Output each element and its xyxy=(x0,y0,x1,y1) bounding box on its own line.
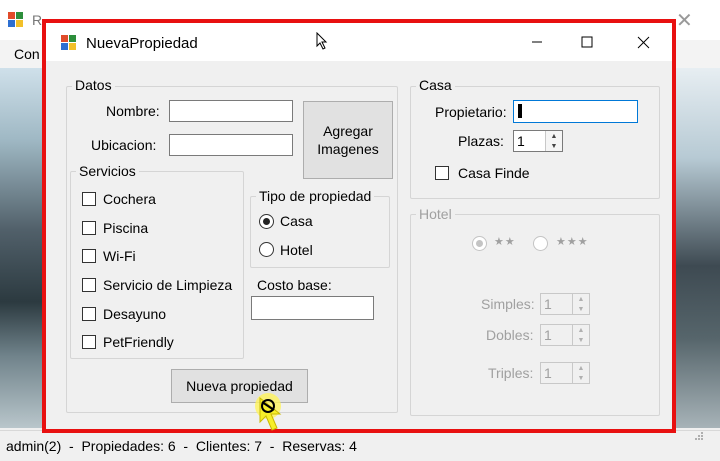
tipo-propiedad-group xyxy=(250,196,390,268)
petfriendly-checkbox[interactable] xyxy=(82,335,96,349)
desayuno-label[interactable]: Desayuno xyxy=(103,306,166,322)
nueva-propiedad-dialog: NuevaPropiedad Datos Nombre: Ubicacion: … xyxy=(42,19,703,440)
tipo-propiedad-label: Tipo de propiedad xyxy=(256,188,375,204)
stepper-buttons: ▲ ▼ xyxy=(572,325,589,345)
stepper-down-icon[interactable]: ▼ xyxy=(573,373,589,383)
plazas-stepper[interactable]: 1 ▲ ▼ xyxy=(513,130,563,152)
parent-title: R xyxy=(32,12,43,28)
datos-group-label: Datos xyxy=(72,77,115,93)
stepper-down-icon[interactable]: ▼ xyxy=(573,304,589,314)
simples-label: Simples: xyxy=(481,296,535,312)
costo-base-label: Costo base: xyxy=(257,277,332,293)
maximize-button[interactable] xyxy=(562,23,612,61)
stepper-down-icon[interactable]: ▼ xyxy=(573,335,589,345)
servicios-group xyxy=(70,171,244,359)
cochera-checkbox[interactable] xyxy=(82,192,96,206)
servicios-group-label: Servicios xyxy=(76,163,139,179)
stepper-down-icon[interactable]: ▼ xyxy=(546,141,562,151)
wifi-checkbox[interactable] xyxy=(82,249,96,263)
minimize-icon xyxy=(532,41,542,43)
nombre-input[interactable] xyxy=(169,100,293,122)
wifi-label[interactable]: Wi-Fi xyxy=(103,248,136,264)
ubicacion-label: Ubicacion: xyxy=(91,137,157,153)
dobles-stepper[interactable]: 1 ▲ ▼ xyxy=(540,324,590,346)
piscina-label[interactable]: Piscina xyxy=(103,220,148,236)
piscina-checkbox[interactable] xyxy=(82,221,96,235)
hotel-group-label: Hotel xyxy=(416,206,455,222)
casa-finde-checkbox[interactable] xyxy=(435,166,449,180)
resize-grip-icon[interactable] xyxy=(694,429,704,440)
plazas-value: 1 xyxy=(517,133,525,149)
minimize-button[interactable] xyxy=(512,23,562,61)
maximize-icon xyxy=(581,36,593,48)
text-caret xyxy=(518,104,522,118)
dobles-label: Dobles: xyxy=(486,327,534,343)
dialog-app-icon xyxy=(61,35,77,51)
three-star-label[interactable]: ★★★ xyxy=(556,235,589,248)
triples-stepper[interactable]: 1 ▲ ▼ xyxy=(540,362,590,384)
mouse-cursor-icon xyxy=(316,31,328,53)
triples-value: 1 xyxy=(544,365,552,381)
parent-close-icon[interactable]: ✕ xyxy=(676,8,693,33)
background-image xyxy=(670,68,720,428)
costo-base-input[interactable] xyxy=(251,296,374,320)
hotel-radio[interactable] xyxy=(259,242,274,257)
propietario-label: Propietario: xyxy=(435,104,507,120)
background-image xyxy=(0,68,46,428)
casa-radio[interactable] xyxy=(259,214,274,229)
ubicacion-input[interactable] xyxy=(169,134,293,156)
agregar-imagenes-button[interactable]: Agregar Imagenes xyxy=(303,101,393,179)
stepper-buttons: ▲ ▼ xyxy=(572,363,589,383)
status-text: admin(2) - Propiedades: 6 - Clientes: 7 … xyxy=(6,438,357,454)
stepper-buttons: ▲ ▼ xyxy=(572,294,589,314)
casa-radio-label[interactable]: Casa xyxy=(280,213,313,229)
simples-stepper[interactable]: 1 ▲ ▼ xyxy=(540,293,590,315)
petfriendly-label[interactable]: PetFriendly xyxy=(103,334,174,350)
nombre-label: Nombre: xyxy=(106,103,160,119)
dialog-title: NuevaPropiedad xyxy=(86,35,198,52)
plazas-label: Plazas: xyxy=(458,133,504,149)
close-icon xyxy=(637,36,649,48)
propietario-input[interactable] xyxy=(513,100,638,123)
click-highlight-icon xyxy=(250,386,300,449)
casa-finde-label[interactable]: Casa Finde xyxy=(458,165,530,181)
app-icon xyxy=(8,12,24,28)
cochera-label[interactable]: Cochera xyxy=(103,191,156,207)
menu-item[interactable]: Con xyxy=(14,46,40,62)
servicio-limpieza-label[interactable]: Servicio de Limpieza xyxy=(103,277,232,293)
desayuno-checkbox[interactable] xyxy=(82,307,96,321)
casa-group-label: Casa xyxy=(416,77,455,93)
two-star-radio[interactable] xyxy=(472,236,487,251)
stepper-buttons: ▲ ▼ xyxy=(545,131,562,151)
simples-value: 1 xyxy=(544,296,552,312)
three-star-radio[interactable] xyxy=(533,236,548,251)
servicio-limpieza-checkbox[interactable] xyxy=(82,278,96,292)
hotel-radio-label[interactable]: Hotel xyxy=(280,242,313,258)
close-button[interactable] xyxy=(618,23,668,61)
two-star-label[interactable]: ★★ xyxy=(494,235,516,248)
dobles-value: 1 xyxy=(544,327,552,343)
triples-label: Triples: xyxy=(488,365,534,381)
